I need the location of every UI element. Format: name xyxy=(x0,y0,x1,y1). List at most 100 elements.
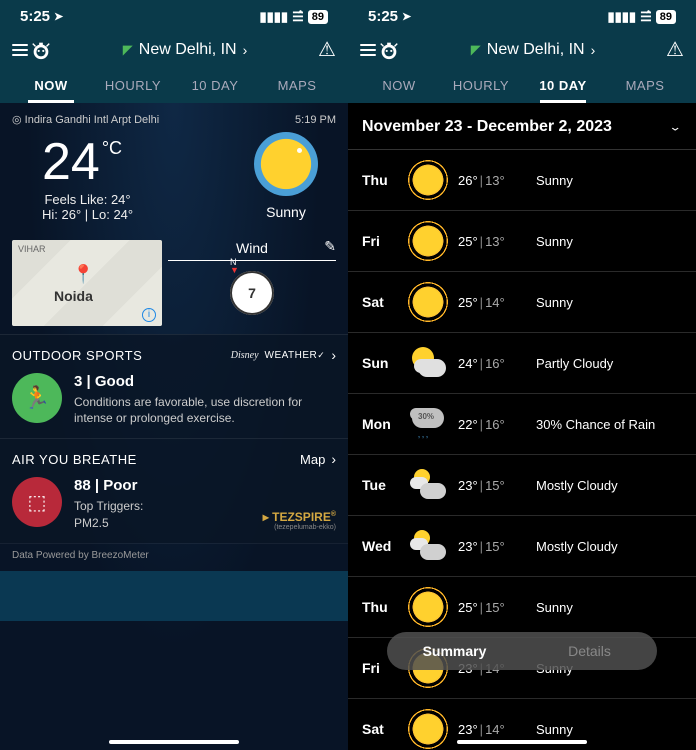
battery-indicator: 89 xyxy=(656,10,676,24)
forecast-icon xyxy=(408,526,448,566)
data-attribution: Data Powered by BreezoMeter xyxy=(12,550,149,561)
forecast-temp: 25°|15° xyxy=(458,600,526,615)
chevron-down-icon: ⌄ xyxy=(669,120,682,134)
chevron-right-icon: › xyxy=(331,347,336,363)
tab-now[interactable]: NOW xyxy=(358,68,440,103)
chevron-right-icon: › xyxy=(331,451,336,467)
location-name: New Delhi, IN xyxy=(487,41,585,59)
air-rating: 88 | Poor xyxy=(74,477,251,494)
air-quality-card[interactable]: AIR YOU BREATHE Map › ⬚ 88 | Poor Top Tr… xyxy=(0,438,348,542)
tab-maps[interactable]: MAPS xyxy=(604,68,686,103)
forecast-day: Tue xyxy=(362,477,398,493)
forecast-day: Thu xyxy=(362,599,398,615)
forecast-condition: Sunny xyxy=(536,295,682,310)
status-bar: 5:25➤ ▮▮▮▮ ☰̂ 89 xyxy=(0,0,348,33)
location-name: New Delhi, IN xyxy=(139,41,237,59)
tab-hourly[interactable]: HOURLY xyxy=(92,68,174,103)
tab-maps[interactable]: MAPS xyxy=(256,68,338,103)
forecast-condition: Sunny xyxy=(536,600,682,615)
home-indicator[interactable] xyxy=(457,740,587,744)
sponsor-logo: ▸ TEZSPIRE® xyxy=(263,510,336,524)
date-range-label: November 23 - December 2, 2023 xyxy=(362,118,612,136)
outdoor-sports-card[interactable]: OUTDOOR SPORTS Disney WEATHER✓ › 🏃 3 | G… xyxy=(0,334,348,438)
date-range-selector[interactable]: November 23 - December 2, 2023 ⌄ xyxy=(348,103,696,150)
forecast-icon xyxy=(408,282,448,322)
forecast-icon: 30%‚‚‚ xyxy=(408,404,448,444)
tab-now[interactable]: NOW xyxy=(10,68,92,103)
forecast-day: Sat xyxy=(362,721,398,737)
forecast-row[interactable]: Tue 23°|15° Mostly Cloudy xyxy=(348,455,696,516)
app-header: ◤ New Delhi, IN › ⚠ xyxy=(0,33,348,68)
forecast-day: Wed xyxy=(362,538,398,554)
forecast-condition: Sunny xyxy=(536,722,682,737)
current-temp: 24°C xyxy=(42,132,133,192)
forecast-row[interactable]: Mon30%‚‚‚22°|16°30% Chance of Rain xyxy=(348,394,696,455)
forecast-condition: Mostly Cloudy xyxy=(536,539,682,554)
forecast-condition: Sunny xyxy=(536,234,682,249)
menu-button[interactable] xyxy=(360,44,376,56)
outdoor-title: OUTDOOR SPORTS xyxy=(12,348,142,363)
forecast-temp: 23°|14° xyxy=(458,722,526,737)
weather-brand: WEATHER✓ xyxy=(265,350,326,361)
running-icon: 🏃 xyxy=(12,373,62,423)
feels-like: Feels Like: 24° xyxy=(42,192,133,207)
tab-10day[interactable]: 10 DAY xyxy=(522,68,604,103)
map-city-label: Noida xyxy=(54,288,93,304)
phone-now: 5:25➤ ▮▮▮▮ ☰̂ 89 ◤ New Delhi, IN › ⚠ NOW… xyxy=(0,0,348,750)
chevron-right-icon: › xyxy=(591,42,596,58)
tenday-content: November 23 - December 2, 2023 ⌄ Thu26°|… xyxy=(348,103,696,750)
updated-time: 5:19 PM xyxy=(295,114,336,126)
wind-compass: 7 xyxy=(230,271,274,315)
forecast-temp: 23°|15° xyxy=(458,478,526,493)
tab-10day[interactable]: 10 DAY xyxy=(174,68,256,103)
home-indicator[interactable] xyxy=(109,740,239,744)
condition-text: Sunny xyxy=(266,204,306,220)
alert-icon[interactable]: ⚠ xyxy=(318,37,336,62)
app-logo-icon xyxy=(378,39,400,61)
forecast-icon xyxy=(408,221,448,261)
forecast-temp: 25°|14° xyxy=(458,295,526,310)
map-info-icon[interactable]: i xyxy=(142,308,156,322)
forecast-temp: 24°|16° xyxy=(458,356,526,371)
forecast-row[interactable]: Sun24°|16°Partly Cloudy xyxy=(348,333,696,394)
map-thumbnail[interactable]: VIHAR 📍 Noida i xyxy=(12,240,162,326)
view-toggle[interactable]: Summary Details xyxy=(387,632,657,670)
signal-icon: ▮▮▮▮ xyxy=(607,9,636,25)
alert-icon[interactable]: ⚠ xyxy=(666,37,684,62)
location-arrow-icon: ➤ xyxy=(54,10,63,23)
forecast-row[interactable]: Sat25°|14°Sunny xyxy=(348,272,696,333)
toggle-details[interactable]: Details xyxy=(522,643,657,659)
tab-hourly[interactable]: HOURLY xyxy=(440,68,522,103)
location-selector[interactable]: ◤ New Delhi, IN › xyxy=(123,41,247,59)
forecast-icon xyxy=(408,587,448,627)
air-map-link[interactable]: Map xyxy=(300,452,325,467)
forecast-icon xyxy=(408,709,448,749)
forecast-condition: Mostly Cloudy xyxy=(536,478,682,493)
status-bar: 5:25➤ ▮▮▮▮ ☰̂ 89 xyxy=(348,0,696,33)
compass-arrow-icon: ▼ xyxy=(230,265,239,275)
forecast-row[interactable]: Thu26°|13°Sunny xyxy=(348,150,696,211)
forecast-day: Fri xyxy=(362,233,398,249)
tab-bar: NOW HOURLY 10 DAY MAPS xyxy=(348,68,696,103)
outdoor-rating: 3 | Good xyxy=(74,373,336,390)
signal-icon: ▮▮▮▮ xyxy=(259,9,288,25)
forecast-condition: Partly Cloudy xyxy=(536,356,682,371)
location-selector[interactable]: ◤ New Delhi, IN › xyxy=(471,41,595,59)
edit-icon[interactable]: ✎ xyxy=(324,238,336,255)
forecast-row[interactable]: Thu 25°|15° Sunny xyxy=(348,577,696,638)
wifi-icon: ☰̂ xyxy=(640,9,652,25)
forecast-temp: 23°|15° xyxy=(458,539,526,554)
menu-button[interactable] xyxy=(12,44,28,56)
air-title: AIR YOU BREATHE xyxy=(12,452,137,467)
forecast-row[interactable]: Fri25°|13°Sunny xyxy=(348,211,696,272)
location-arrow-icon: ➤ xyxy=(402,10,411,23)
disney-brand: Disney xyxy=(231,350,259,361)
forecast-row[interactable]: Wed 23°|15° Mostly Cloudy xyxy=(348,516,696,577)
forecast-icon xyxy=(408,465,448,505)
condition-icon xyxy=(254,132,318,196)
status-time: 5:25 xyxy=(20,8,50,25)
app-header: ◤ New Delhi, IN › ⚠ xyxy=(348,33,696,68)
outdoor-desc: Conditions are favorable, use discretion… xyxy=(74,394,336,426)
station-name: ◎ Indira Gandhi Intl Arpt Delhi xyxy=(12,113,159,126)
toggle-summary[interactable]: Summary xyxy=(387,643,522,659)
